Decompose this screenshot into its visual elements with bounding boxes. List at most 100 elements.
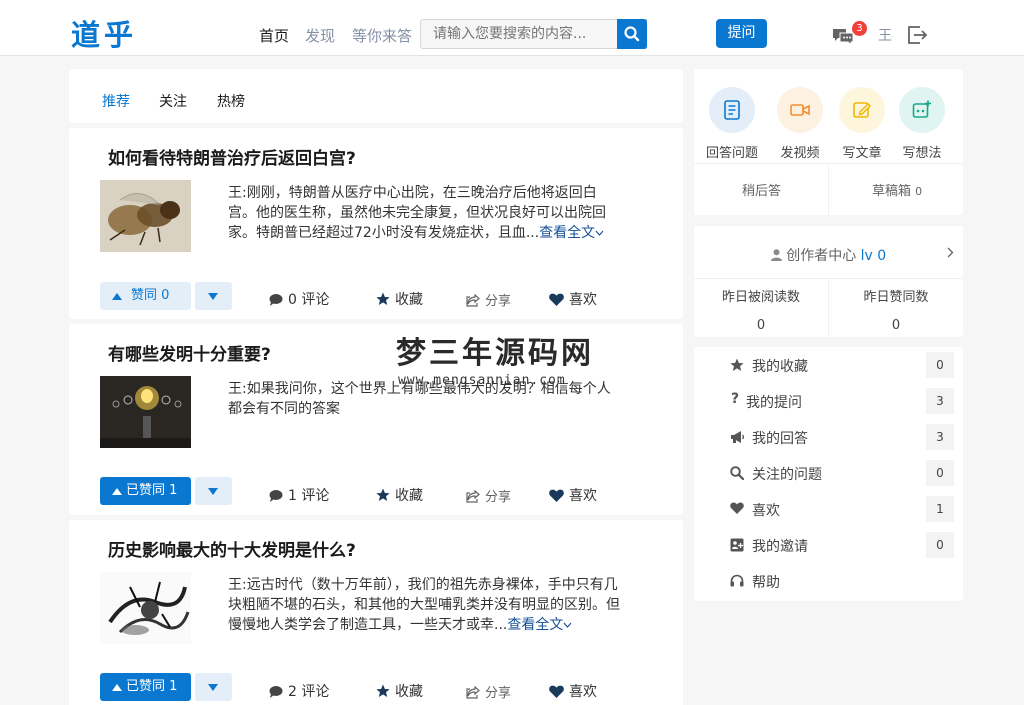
chevron-down-icon [563,622,572,628]
yesterday-upvotes-label: 昨日赞同数 [863,290,929,305]
write-idea-label: 写想法 [902,146,942,161]
like-button[interactable]: 喜欢 [549,485,597,505]
menu-likes[interactable]: 喜欢 1 [694,491,963,527]
menu-my-questions[interactable]: ? 我的提问 3 [694,383,963,419]
write-article-action[interactable]: 写文章 [832,87,892,161]
menu-followed-questions[interactable]: 关注的问题 0 [694,455,963,491]
search-icon [624,26,640,42]
share-button[interactable]: 分享 [466,290,511,309]
share-icon [466,685,480,699]
share-icon [466,489,480,503]
like-label: 喜欢 [569,488,597,504]
downvote-button[interactable] [195,282,232,310]
like-label: 喜欢 [569,292,597,308]
video-camera-icon [790,104,810,116]
upvote-label: 已赞同 1 [126,679,178,694]
feed-tabs: 推荐 关注 热榜 [69,69,683,123]
edit-icon [853,102,872,118]
menu-my-answers[interactable]: 我的回答 3 [694,419,963,455]
upvote-button[interactable]: 已赞同 1 [100,673,191,701]
collect-button[interactable]: 收藏 [376,289,423,309]
upvote-button[interactable]: 赞同 0 [100,282,191,310]
menu-label: 我的提问 [746,395,802,411]
answer-excerpt[interactable]: 王:远古时代（数十万年前），我们的祖先赤身裸体，手中只有几块粗陋不堪的石头，和其… [228,575,623,635]
nav-home[interactable]: 首页 [259,25,289,46]
menu-my-invitations[interactable]: 我的邀请 0 [694,527,963,563]
upvote-label: 已赞同 1 [126,483,178,498]
divider [828,163,829,215]
question-title[interactable]: 有哪些发明十分重要? [108,340,271,365]
invitation-icon [730,538,744,552]
post-video-label: 发视频 [780,146,820,161]
site-logo[interactable]: 道乎 [71,12,137,54]
search-button[interactable] [617,19,647,49]
nav-discover[interactable]: 发现 [305,25,335,46]
menu-label: 我的回答 [752,431,808,447]
top-navigation-bar: 道乎 首页 发现 等你来答 提问 3 王 [0,0,1024,56]
yesterday-upvotes-value: 0 [891,318,901,333]
logout-icon[interactable] [908,26,928,44]
question-title[interactable]: 历史影响最大的十大发明是什么? [108,536,356,561]
answer-question-label: 回答问题 [705,146,758,161]
creator-center-link[interactable]: 创作者中心 lv 0 [694,245,963,265]
drafts-count: 0 [915,185,923,198]
post-video-action[interactable]: 发视频 [770,87,830,161]
personal-menu-panel: 我的收藏 0 ? 我的提问 3 我的回答 3 关注的问题 0 喜欢 1 我的邀请… [694,347,963,601]
heart-icon [549,685,564,698]
comment-button[interactable]: 2 评论 [269,681,329,701]
create-panel: 回答问题 发视频 写文章 写想法 稍后答 草稿箱 0 [694,69,963,215]
search-input[interactable] [421,20,617,48]
collect-button[interactable]: 收藏 [376,485,423,505]
collect-label: 收藏 [395,488,423,504]
read-more-link[interactable]: 查看全文 [539,225,604,241]
write-idea-action[interactable]: 写想法 [892,87,952,161]
comment-button[interactable]: 0 评论 [269,289,329,309]
downvote-button[interactable] [195,673,232,701]
question-title[interactable]: 如何看待特朗普治疗后返回白宫? [108,144,356,169]
read-more-label: 查看全文 [539,225,596,241]
upvote-button[interactable]: 已赞同 1 [100,477,191,505]
answer-question-action[interactable]: 回答问题 [702,87,762,161]
like-label: 喜欢 [569,684,597,700]
question-thumbnail[interactable] [100,572,191,644]
share-icon [466,293,480,307]
user-icon [770,249,782,261]
nav-waiting-answers[interactable]: 等你来答 [352,25,412,46]
downvote-button[interactable] [195,477,232,505]
answer-excerpt[interactable]: 王:刚刚，特朗普从医疗中心出院，在三晚治疗后他将返回白宫。他的医生称，虽然他未完… [228,183,623,243]
headset-icon [730,574,744,587]
question-thumbnail[interactable] [100,180,191,252]
tab-follow[interactable]: 关注 [159,91,187,111]
triangle-up-icon [112,488,122,495]
heart-icon [730,502,744,514]
like-button[interactable]: 喜欢 [549,289,597,309]
drafts-link[interactable]: 草稿箱 0 [872,180,922,199]
megaphone-icon [731,431,745,443]
comment-label: 1 评论 [288,488,330,504]
collect-button[interactable]: 收藏 [376,681,423,701]
drafts-label: 草稿箱 [872,184,912,199]
triangle-down-icon [208,488,218,495]
tab-hot[interactable]: 热榜 [217,91,245,111]
messages-icon[interactable] [832,27,854,45]
menu-label: 喜欢 [752,503,780,519]
like-button[interactable]: 喜欢 [549,681,597,701]
comment-button[interactable]: 1 评论 [269,485,329,505]
read-more-link[interactable]: 查看全文 [507,617,572,633]
menu-help[interactable]: 帮助 [694,563,963,599]
star-icon [376,684,390,697]
question-thumbnail[interactable] [100,376,191,448]
share-button[interactable]: 分享 [466,486,511,505]
chevron-right-icon[interactable] [947,247,954,258]
ask-question-button[interactable]: 提问 [716,19,767,48]
menu-count: 0 [926,352,954,378]
menu-my-collections[interactable]: 我的收藏 0 [694,347,963,383]
answer-excerpt[interactable]: 王:如果我问你，这个世界上有哪些最伟大的发明？相信每个人都会有不同的答案 [228,379,623,419]
share-button[interactable]: 分享 [466,682,511,701]
search-box [420,19,647,49]
answer-later-link[interactable]: 稍后答 [742,180,781,199]
tab-recommend[interactable]: 推荐 [102,91,130,111]
username[interactable]: 王 [878,25,892,45]
menu-label: 我的收藏 [752,359,808,375]
read-more-label: 查看全文 [507,617,564,633]
